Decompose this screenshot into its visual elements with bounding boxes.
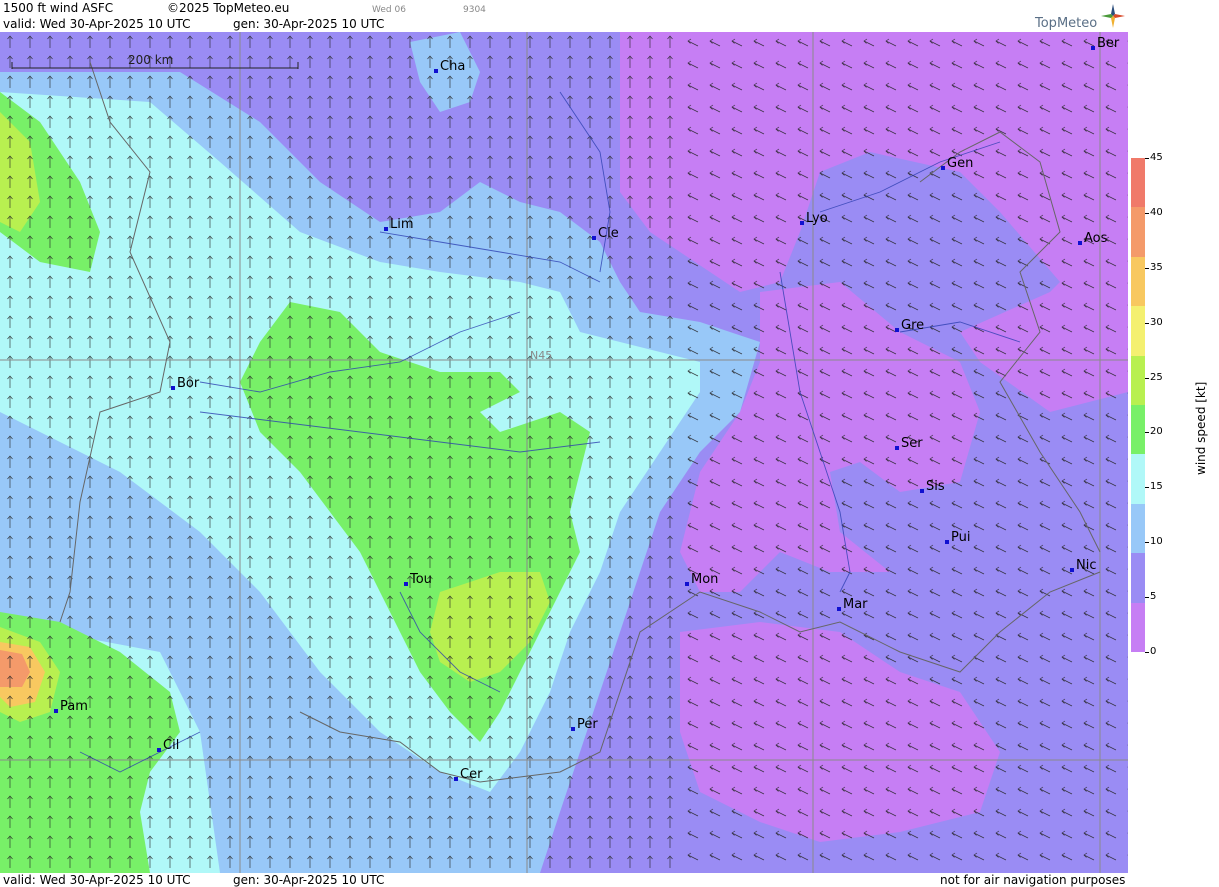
legend-color-step xyxy=(1131,553,1145,604)
city-label-ber: Ber xyxy=(1097,36,1120,51)
city-marker-cil xyxy=(157,748,161,752)
city-marker-lim xyxy=(384,227,388,231)
city-marker-cer xyxy=(454,777,458,781)
generated-time: gen: 30-Apr-2025 10 UTC xyxy=(233,17,385,31)
city-marker-gen xyxy=(941,166,945,170)
city-marker-cle xyxy=(592,236,596,240)
city-label-pam: Pam xyxy=(60,699,88,714)
city-marker-pam xyxy=(54,709,58,713)
legend-color-step xyxy=(1131,405,1145,455)
legend-tick-label: 20 xyxy=(1150,426,1163,438)
legend-tick-label: 40 xyxy=(1150,206,1163,218)
legend-tick-label: 30 xyxy=(1150,316,1163,328)
legend-tick-label: 0 xyxy=(1150,646,1157,657)
footer-disclaimer: not for air navigation purposes xyxy=(940,873,1126,887)
wind-map[interactable]: N45 200 km Cha Ber Gen Lyo Lim Cle AosGreBorS… xyxy=(0,32,1128,873)
city-label-cle: Cle xyxy=(598,226,619,241)
wind-arrows-west xyxy=(0,32,680,873)
wind-arrows-east xyxy=(680,32,1128,873)
city-label-cil: Cil xyxy=(163,738,179,753)
legend-tick-mark xyxy=(1145,377,1149,379)
city-marker-pui xyxy=(945,540,949,544)
city-marker-ser xyxy=(895,446,899,450)
logo-text: TopMeteo xyxy=(1035,16,1098,31)
legend-tick-label: 45 xyxy=(1150,152,1163,163)
copyright-text: ©2025 TopMeteo.eu xyxy=(167,1,290,15)
city-label-tou: Tou xyxy=(409,572,432,587)
city-marker-nic xyxy=(1070,568,1074,572)
product-title: 1500 ft wind ASFC xyxy=(3,1,114,15)
city-marker-mon xyxy=(685,582,689,586)
city-label-cha: Cha xyxy=(440,59,465,74)
legend-unit-label: wind speed [kt] xyxy=(1194,381,1208,475)
legend-tick-label: 35 xyxy=(1150,261,1163,273)
legend-tick-mark xyxy=(1145,542,1149,544)
city-marker-sis xyxy=(920,489,924,493)
legend-tick-mark xyxy=(1145,158,1149,159)
legend-tick-label: 10 xyxy=(1150,536,1163,548)
city-label-cer: Cer xyxy=(460,767,483,782)
legend-tick-label: 25 xyxy=(1150,371,1163,383)
city-label-nic: Nic xyxy=(1076,558,1096,573)
legend-tick-mark xyxy=(1145,597,1149,599)
run-code-small: 9304 xyxy=(463,5,486,15)
city-label-ser: Ser xyxy=(901,436,923,451)
legend-color-step xyxy=(1131,256,1145,307)
city-marker-aos xyxy=(1078,241,1082,245)
scale-label: 200 km xyxy=(128,53,173,67)
legend-color-step xyxy=(1131,207,1145,258)
legend-tick-mark xyxy=(1145,432,1149,434)
city-label-lyo: Lyo xyxy=(806,211,828,226)
city-marker-cha xyxy=(434,69,438,73)
run-time-small: Wed 06 xyxy=(372,5,406,15)
valid-time: valid: Wed 30-Apr-2025 10 UTC xyxy=(3,17,191,31)
legend-tick-label: 15 xyxy=(1150,481,1163,493)
legend-tick-mark xyxy=(1145,652,1149,653)
legend-color-step xyxy=(1131,158,1145,208)
city-marker-lyo xyxy=(800,221,804,225)
legend-color-step xyxy=(1131,355,1145,406)
legend-tick-mark xyxy=(1145,322,1149,324)
wind-speed-legend: 45 40 35 30 25 20 15 10 5 0 wind speed [kt] xyxy=(1128,0,1219,887)
compass-logo-icon xyxy=(1101,4,1125,28)
legend-tick-label: 5 xyxy=(1150,591,1157,603)
legend-color-step xyxy=(1131,454,1145,505)
city-marker-tou xyxy=(404,582,408,586)
city-marker-mar xyxy=(837,607,841,611)
legend-color-step xyxy=(1131,503,1145,554)
lat-label: N45 xyxy=(530,349,552,362)
legend-tick-mark xyxy=(1145,212,1149,214)
city-label-mar: Mar xyxy=(843,597,868,612)
city-marker-bor xyxy=(171,386,175,390)
city-label-lim: Lim xyxy=(390,217,414,232)
city-marker-per xyxy=(571,727,575,731)
city-label-bor: Bor xyxy=(177,376,200,391)
legend-tick-mark xyxy=(1145,487,1149,489)
city-label-gre: Gre xyxy=(901,318,924,333)
city-label-mon: Mon xyxy=(691,572,718,587)
legend-tick-mark xyxy=(1145,267,1149,269)
footer-valid-time: valid: Wed 30-Apr-2025 10 UTC xyxy=(3,873,191,887)
city-label-pui: Pui xyxy=(951,530,970,545)
city-label-per: Per xyxy=(577,717,598,732)
city-label-aos: Aos xyxy=(1084,231,1108,246)
city-marker-gre xyxy=(895,328,899,332)
legend-color-step xyxy=(1131,602,1145,653)
city-label-sis: Sis xyxy=(926,479,945,494)
legend-color-step xyxy=(1131,306,1145,357)
legend-colorbar xyxy=(1131,158,1145,653)
city-label-gen: Gen xyxy=(947,156,973,171)
footer-generated-time: gen: 30-Apr-2025 10 UTC xyxy=(233,873,385,887)
city-marker-ber xyxy=(1091,46,1095,50)
